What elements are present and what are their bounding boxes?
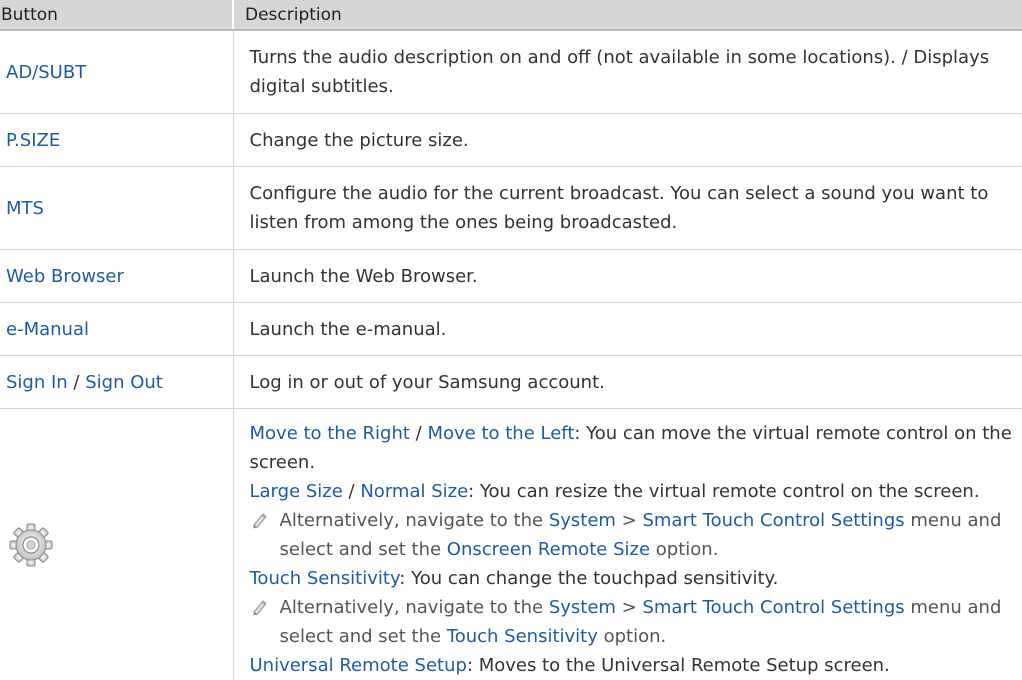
settings-button-cell <box>0 409 233 680</box>
table-row: P.SIZE Change the picture size. <box>0 114 1022 167</box>
move-left-label: Move to the Left <box>427 423 574 444</box>
note-touch-sensitivity: Alternatively, navigate to the System > … <box>250 593 1021 651</box>
size-desc: : You can resize the virtual remote cont… <box>468 481 979 502</box>
button-name: e-Manual <box>0 303 233 356</box>
note-option-label: Onscreen Remote Size <box>447 539 650 560</box>
note-system-label: System <box>549 597 616 618</box>
note-text: Alternatively, navigate to the <box>280 510 549 531</box>
gear-icon <box>6 520 56 570</box>
touch-line: Touch Sensitivity: You can change the to… <box>250 564 1021 593</box>
pencil-icon <box>250 510 270 530</box>
large-size-label: Large Size <box>250 481 343 502</box>
touch-sensitivity-label: Touch Sensitivity <box>250 568 400 589</box>
universal-remote-label: Universal Remote Setup <box>250 655 467 676</box>
chevron-right-icon: > <box>616 510 643 531</box>
button-name: AD/SUBT <box>0 30 233 114</box>
note-text: Alternatively, navigate to the <box>280 597 549 618</box>
button-description: Change the picture size. <box>233 114 1022 167</box>
button-description: Launch the Web Browser. <box>233 250 1022 303</box>
table-row: Move to the Right / Move to the Left: Yo… <box>0 409 1022 680</box>
table-row: Web Browser Launch the Web Browser. <box>0 250 1022 303</box>
universal-line: Universal Remote Setup: Moves to the Uni… <box>250 651 1021 680</box>
sign-out-label: Sign Out <box>85 372 163 393</box>
button-description: Launch the e-manual. <box>233 303 1022 356</box>
note-text: option. <box>598 626 666 647</box>
touch-desc: : You can change the touchpad sensitivit… <box>399 568 778 589</box>
button-name: Web Browser <box>0 250 233 303</box>
settings-description: Move to the Right / Move to the Left: Yo… <box>233 409 1022 680</box>
chevron-right-icon: > <box>616 597 643 618</box>
note-onscreen-size: Alternatively, navigate to the System > … <box>250 506 1021 564</box>
button-description: Log in or out of your Samsung account. <box>233 356 1022 409</box>
note-system-label: System <box>549 510 616 531</box>
separator: / <box>68 372 86 393</box>
table-row: Sign In / Sign Out Log in or out of your… <box>0 356 1022 409</box>
universal-desc: : Moves to the Universal Remote Setup sc… <box>467 655 890 676</box>
note-stcs-label: Smart Touch Control Settings <box>642 597 904 618</box>
button-description-table: Button Description AD/SUBT Turns the aud… <box>0 0 1022 680</box>
header-button: Button <box>0 0 233 30</box>
note-text: option. <box>650 539 718 560</box>
button-description: Configure the audio for the current broa… <box>233 167 1022 250</box>
note-option-label: Touch Sensitivity <box>447 626 598 647</box>
sign-in-label: Sign In <box>6 372 68 393</box>
pencil-icon <box>250 597 270 617</box>
size-line: Large Size / Normal Size: You can resize… <box>250 477 1021 506</box>
button-name: Sign In / Sign Out <box>0 356 233 409</box>
move-line: Move to the Right / Move to the Left: Yo… <box>250 419 1021 477</box>
table-header-row: Button Description <box>0 0 1022 30</box>
button-name: P.SIZE <box>0 114 233 167</box>
table-row: AD/SUBT Turns the audio description on a… <box>0 30 1022 114</box>
move-right-label: Move to the Right <box>250 423 410 444</box>
button-description: Turns the audio description on and off (… <box>233 30 1022 114</box>
note-stcs-label: Smart Touch Control Settings <box>642 510 904 531</box>
table-row: e-Manual Launch the e-manual. <box>0 303 1022 356</box>
button-name: MTS <box>0 167 233 250</box>
header-description: Description <box>233 0 1022 30</box>
table-row: MTS Configure the audio for the current … <box>0 167 1022 250</box>
normal-size-label: Normal Size <box>360 481 468 502</box>
